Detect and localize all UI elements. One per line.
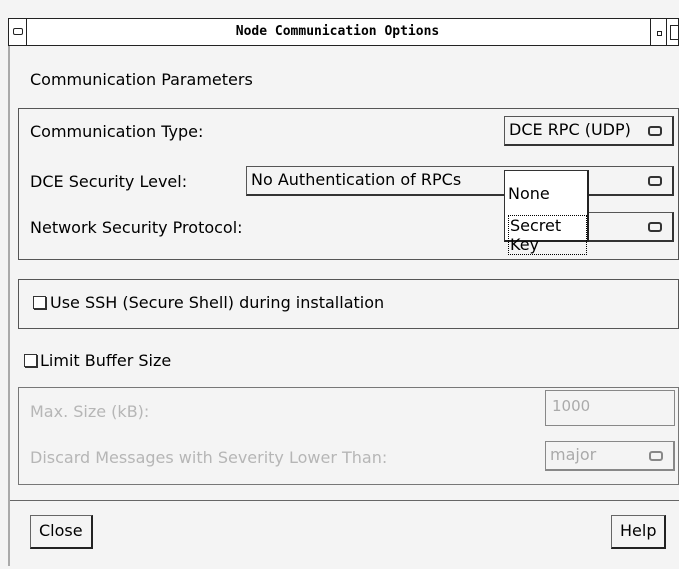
discard-severity-dropdown[interactable]: major <box>545 441 675 471</box>
network-protocol-label: Network Security Protocol: <box>30 218 243 237</box>
max-size-input[interactable]: 1000 <box>545 390 675 426</box>
dropdown-indicator-icon <box>649 451 663 461</box>
dce-security-label: DCE Security Level: <box>30 172 188 191</box>
max-size-label: Max. Size (kB): <box>30 402 150 421</box>
ssh-label: Use SSH (Secure Shell) during installati… <box>50 293 385 312</box>
footer-separator <box>10 500 679 501</box>
dropdown-indicator-icon <box>648 222 662 232</box>
popup-option-secret-key[interactable]: Secret Key <box>508 215 587 255</box>
window-border <box>8 46 10 566</box>
dce-security-value: No Authentication of RPCs <box>251 170 462 189</box>
close-button[interactable]: Close <box>30 515 93 549</box>
window-menu-icon[interactable] <box>9 19 27 45</box>
dialog-window: Node Communication Options Communication… <box>0 0 679 569</box>
section-title: Communication Parameters <box>30 70 253 89</box>
communication-type-value: DCE RPC (UDP) <box>509 120 631 139</box>
network-protocol-popup: None Secret Key <box>504 170 589 255</box>
discard-severity-value: major <box>550 445 597 464</box>
discard-severity-label: Discard Messages with Severity Lower Tha… <box>30 448 388 467</box>
limit-buffer-checkbox[interactable] <box>24 354 37 367</box>
window-title: Node Communication Options <box>235 24 440 39</box>
limit-buffer-label: Limit Buffer Size <box>40 351 172 370</box>
ssh-checkbox[interactable] <box>33 296 46 309</box>
popup-option-none[interactable]: None <box>508 184 550 203</box>
minimize-icon[interactable] <box>650 19 666 45</box>
help-button[interactable]: Help <box>611 515 667 549</box>
maximize-icon[interactable] <box>666 19 679 45</box>
dropdown-indicator-icon <box>648 176 662 186</box>
communication-type-dropdown[interactable]: DCE RPC (UDP) <box>504 116 674 146</box>
communication-type-label: Communication Type: <box>30 122 204 141</box>
dce-security-dropdown[interactable]: No Authentication of RPCs <box>246 166 674 196</box>
dropdown-indicator-icon <box>648 126 662 136</box>
title-bar[interactable]: Node Communication Options <box>8 18 679 46</box>
